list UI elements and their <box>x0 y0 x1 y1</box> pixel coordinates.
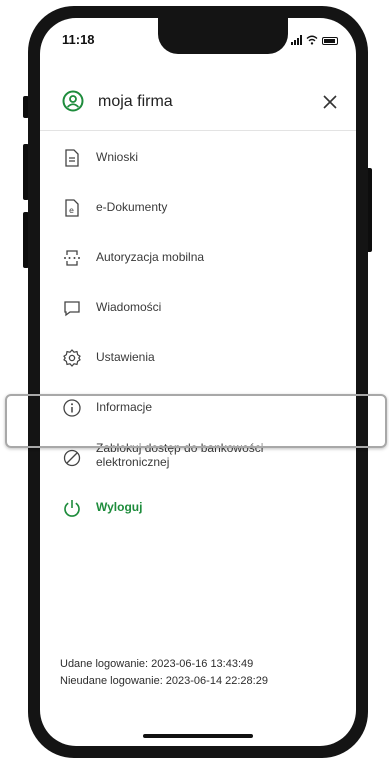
user-avatar-icon <box>62 90 84 112</box>
home-indicator[interactable] <box>143 734 253 738</box>
battery-icon <box>322 37 338 45</box>
mobile-authorization-icon <box>64 250 80 266</box>
gear-icon <box>63 349 81 367</box>
menu-item-label: Wiadomości <box>96 300 162 314</box>
svg-text:e: e <box>69 206 74 215</box>
page-title: moja firma <box>98 93 173 110</box>
highlight-frame <box>5 394 387 448</box>
last-login-text: Udane logowanie: 2023-06-16 13:43:49 <box>60 658 254 670</box>
block-icon <box>63 449 81 467</box>
menu-item-label: Wyloguj <box>96 500 143 514</box>
notch <box>158 18 288 54</box>
e-document-icon: e <box>65 199 79 217</box>
status-icons <box>291 33 338 45</box>
menu-item-label: Autoryzacja mobilna <box>96 250 205 264</box>
login-info: Udane logowanie: 2023-06-16 13:43:49 Nie… <box>60 656 268 690</box>
menu-item-label: Ustawienia <box>96 350 155 364</box>
menu-item-e-dokumenty[interactable]: e e-Dokumenty <box>40 188 356 228</box>
menu-item-autoryzacja-mobilna[interactable]: Autoryzacja mobilna <box>40 238 356 278</box>
menu-item-wiadomosci[interactable]: Wiadomości <box>40 288 356 328</box>
close-icon[interactable] <box>320 92 340 112</box>
menu-item-label: Wnioski <box>96 150 139 164</box>
app-header: moja firma <box>40 70 356 131</box>
document-lines-icon <box>65 149 79 167</box>
message-icon <box>64 301 80 317</box>
menu-item-label: e-Dokumenty <box>96 200 168 214</box>
menu-item-wnioski[interactable]: Wnioski <box>40 138 356 178</box>
logout-button[interactable]: Wyloguj <box>40 488 356 528</box>
power-icon <box>64 500 80 517</box>
wifi-icon <box>306 35 318 45</box>
menu-item-ustawienia[interactable]: Ustawienia <box>40 338 356 378</box>
last-failed-login-text: Nieudane logowanie: 2023-06-14 22:28:29 <box>60 675 268 687</box>
signal-icon <box>291 35 302 45</box>
app-screen: 11:18 moja firma Wnioski e e-Dokumenty A… <box>40 18 356 746</box>
status-time: 11:18 <box>62 32 95 47</box>
